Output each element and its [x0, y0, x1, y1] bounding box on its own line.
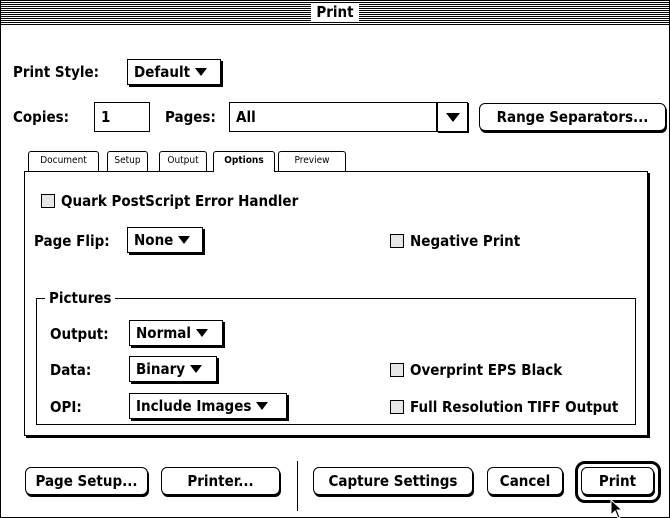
capture-settings-button[interactable]: Capture Settings — [313, 467, 473, 495]
pictures-data-popup[interactable]: Binary — [129, 356, 217, 382]
down-triangle-icon — [195, 67, 208, 76]
tab-preview[interactable]: Preview — [278, 151, 346, 171]
down-triangle-icon — [196, 328, 209, 337]
full-res-tiff-label: Full Resolution TIFF Output — [410, 398, 619, 416]
copies-label: Copies: — [13, 108, 70, 126]
print-button[interactable]: Print — [581, 467, 654, 495]
title-bar[interactable]: Print — [1, 1, 669, 25]
pictures-opi-label: OPI: — [50, 398, 82, 416]
tab-setup[interactable]: Setup — [107, 151, 148, 171]
printer-button[interactable]: Printer... — [161, 467, 280, 495]
page-flip-value: None — [134, 231, 174, 249]
cancel-button[interactable]: Cancel — [487, 467, 563, 495]
window-title: Print — [311, 3, 359, 21]
full-res-tiff-checkbox[interactable] — [390, 400, 404, 414]
overprint-eps-checkbox[interactable] — [390, 363, 404, 377]
negative-print-label: Negative Print — [410, 232, 521, 250]
page-flip-popup[interactable]: None — [127, 227, 203, 253]
error-handler-checkbox[interactable] — [41, 194, 55, 208]
page-setup-button[interactable]: Page Setup... — [25, 467, 148, 495]
pictures-group-title: Pictures — [45, 289, 116, 307]
tab-document[interactable]: Document — [28, 151, 99, 171]
pictures-opi-popup[interactable]: Include Images — [129, 393, 287, 419]
down-triangle-icon — [256, 401, 269, 410]
tab-options[interactable]: Options — [213, 151, 275, 172]
page-flip-label: Page Flip: — [34, 232, 110, 250]
pages-field[interactable]: All — [229, 102, 437, 132]
copies-field[interactable]: 1 — [94, 102, 150, 132]
print-dialog: Print Print Style: Default Copies: 1 Pag… — [0, 0, 670, 518]
print-style-label: Print Style: — [13, 63, 100, 81]
print-style-popup[interactable]: Default — [127, 59, 221, 85]
overprint-eps-label: Overprint EPS Black — [410, 361, 563, 379]
pictures-output-popup[interactable]: Normal — [129, 320, 223, 346]
error-handler-label: Quark PostScript Error Handler — [61, 192, 299, 210]
arrow-cursor-icon — [610, 499, 624, 518]
pictures-data-label: Data: — [50, 361, 92, 379]
negative-print-checkbox[interactable] — [390, 234, 404, 248]
pages-label: Pages: — [165, 108, 216, 126]
down-triangle-icon — [190, 364, 203, 373]
print-style-value: Default — [134, 63, 191, 81]
down-triangle-icon — [178, 235, 191, 244]
pictures-data-value: Binary — [136, 360, 186, 378]
pictures-output-value: Normal — [136, 324, 192, 342]
tab-output[interactable]: Output — [159, 151, 207, 171]
button-divider — [297, 461, 298, 511]
down-triangle-icon — [445, 113, 460, 122]
pictures-output-label: Output: — [50, 325, 109, 343]
pictures-opi-value: Include Images — [136, 397, 252, 415]
pages-dropdown-button[interactable] — [437, 102, 468, 132]
range-separators-button[interactable]: Range Separators... — [479, 103, 666, 131]
